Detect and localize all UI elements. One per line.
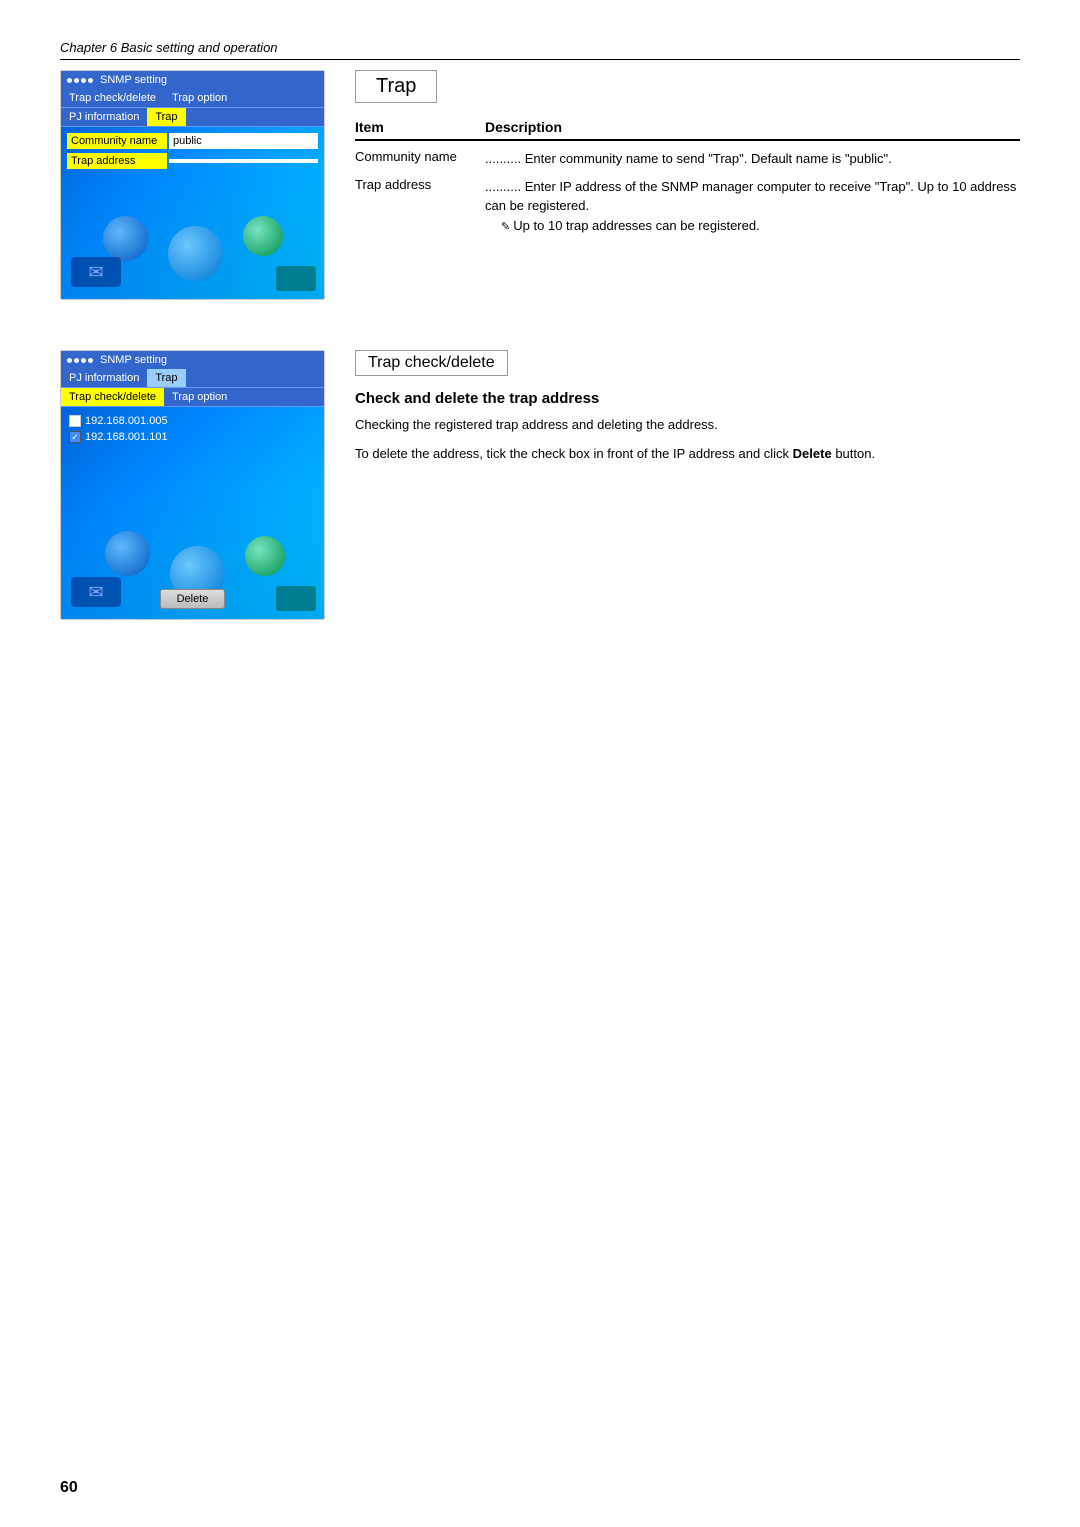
top-section: SNMP setting Trap check/delete Trap opti… bbox=[60, 70, 1020, 300]
table-row-community: Community name .......... Enter communit… bbox=[355, 149, 1020, 169]
bottom-panel-nav-row1: PJ information Trap bbox=[61, 369, 324, 388]
body-text-1: Checking the registered trap address and… bbox=[355, 415, 1020, 436]
panel-nav-row1: Trap check/delete Trap option bbox=[61, 89, 324, 108]
title-dots bbox=[67, 78, 93, 83]
table-header: Item Description bbox=[355, 119, 1020, 141]
panel-nav-row2: PJ information Trap bbox=[61, 108, 324, 127]
community-label: Community name bbox=[67, 133, 167, 149]
panel-bg-decor: ✉ bbox=[61, 169, 324, 299]
delete-button[interactable]: Delete bbox=[160, 589, 226, 609]
col-item: Item bbox=[355, 119, 485, 135]
chapter-header: Chapter 6 Basic setting and operation bbox=[60, 40, 1020, 60]
section-body: Checking the registered trap address and… bbox=[355, 415, 1020, 465]
bubble-3 bbox=[243, 216, 283, 256]
checkbox-list: 192.168.001.005 ✓ 192.168.001.101 bbox=[61, 407, 324, 451]
delete-btn-row: Delete bbox=[61, 589, 324, 609]
panel-icon-box: ✉ bbox=[71, 257, 121, 287]
note-text: Up to 10 trap addresses can be registere… bbox=[513, 218, 759, 233]
delete-bold: Delete bbox=[793, 446, 832, 461]
panel-title-text: SNMP setting bbox=[100, 74, 167, 86]
checkbox-1[interactable] bbox=[69, 415, 81, 427]
checkbox-label-2: 192.168.001.101 bbox=[85, 431, 168, 443]
panel-title-bar: SNMP setting bbox=[61, 71, 324, 89]
chapter-header-text: Chapter 6 Basic setting and operation bbox=[60, 40, 278, 55]
bottom-title-dots bbox=[67, 358, 93, 363]
checkbox-label-1: 192.168.001.005 bbox=[85, 415, 168, 427]
note-icon: ✎ bbox=[501, 221, 513, 233]
nav-trap-active[interactable]: Trap bbox=[147, 108, 185, 126]
row-desc-community: .......... Enter community name to send … bbox=[485, 149, 1020, 169]
bottom-panel-title-bar: SNMP setting bbox=[61, 351, 324, 369]
checkbox-2[interactable]: ✓ bbox=[69, 431, 81, 443]
bottom-content-panel: Trap check/delete Check and delete the t… bbox=[355, 350, 1020, 620]
row-item-community: Community name bbox=[355, 149, 485, 169]
section-subtitle: Check and delete the trap address bbox=[355, 390, 1020, 407]
trap-title: Trap bbox=[376, 75, 416, 97]
col-description: Description bbox=[485, 119, 1020, 135]
checkbox-row-1: 192.168.001.005 bbox=[61, 413, 324, 429]
top-ui-panel: SNMP setting Trap check/delete Trap opti… bbox=[60, 70, 325, 300]
bottom-panel-nav-row2: Trap check/delete Trap option bbox=[61, 388, 324, 407]
bottom-nav-trap-option[interactable]: Trap option bbox=[164, 388, 235, 406]
bottom-bubble-3 bbox=[245, 536, 285, 576]
bubble-2 bbox=[168, 226, 223, 281]
bottom-nav-trap-selected[interactable]: Trap bbox=[147, 369, 185, 387]
nav-pj-info[interactable]: PJ information bbox=[61, 108, 147, 126]
trap-address-value[interactable] bbox=[169, 159, 318, 163]
nav-trap-option[interactable]: Trap option bbox=[164, 89, 235, 107]
trap-title-box: Trap bbox=[355, 70, 437, 103]
row-item-trap-address: Trap address bbox=[355, 177, 485, 236]
trap-address-row: Trap address bbox=[61, 151, 324, 171]
trap-check-title-box: Trap check/delete bbox=[355, 350, 508, 376]
body-text-2: To delete the address, tick the check bo… bbox=[355, 444, 1020, 465]
bottom-ui-panel: SNMP setting PJ information Trap Trap ch… bbox=[60, 350, 325, 620]
panel-icon: ✉ bbox=[88, 262, 103, 283]
page-container: Chapter 6 Basic setting and operation SN… bbox=[0, 0, 1080, 1527]
page-number: 60 bbox=[60, 1479, 78, 1497]
community-value[interactable]: public bbox=[169, 133, 318, 149]
bottom-bubble-1 bbox=[105, 531, 150, 576]
bottom-nav-trap-check[interactable]: Trap check/delete bbox=[61, 388, 164, 406]
bottom-section: SNMP setting PJ information Trap Trap ch… bbox=[60, 350, 1020, 620]
bubble-1 bbox=[103, 216, 148, 261]
trap-address-label: Trap address bbox=[67, 153, 167, 169]
top-content-panel: Trap Item Description Community name bbox=[355, 70, 1020, 300]
checkbox-row-2: ✓ 192.168.001.101 bbox=[61, 429, 324, 445]
nav-trap-check-delete[interactable]: Trap check/delete bbox=[61, 89, 164, 107]
panel-bottom-right bbox=[276, 266, 316, 291]
trap-check-title: Trap check/delete bbox=[368, 354, 495, 371]
bottom-panel-title-text: SNMP setting bbox=[100, 354, 167, 366]
row-desc-trap-address: .......... Enter IP address of the SNMP … bbox=[485, 177, 1020, 236]
community-name-row: Community name public bbox=[61, 131, 324, 151]
bottom-nav-pj-info[interactable]: PJ information bbox=[61, 369, 147, 387]
table-row-trap-address: Trap address .......... Enter IP address… bbox=[355, 177, 1020, 236]
panel-body: Community name public Trap address bbox=[61, 127, 324, 175]
description-table: Item Description Community name ........… bbox=[355, 119, 1020, 235]
